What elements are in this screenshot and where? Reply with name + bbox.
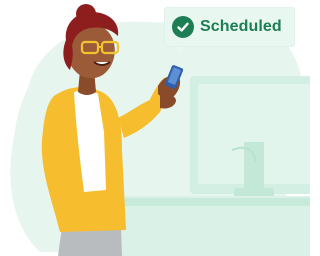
bubble-tail <box>174 47 186 54</box>
check-circle-icon <box>172 16 194 38</box>
checkmark-icon <box>177 22 189 32</box>
scheduled-status-bubble: Scheduled <box>164 7 295 54</box>
monitor-neck <box>244 142 264 194</box>
status-label: Scheduled <box>200 18 282 35</box>
desk-front <box>118 198 310 206</box>
hair-bun <box>76 4 96 24</box>
mouth <box>93 61 111 66</box>
